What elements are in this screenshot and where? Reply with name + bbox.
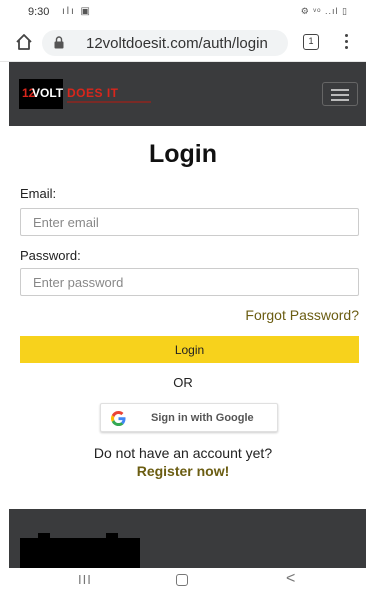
or-divider: OR [173,375,193,390]
browser-toolbar: 12voltdoesit.com/auth/login 1 [0,24,366,62]
home-button-icon[interactable] [176,574,188,586]
password-field[interactable] [20,268,359,296]
site-logo[interactable]: 12 VOLT DOES IT [19,79,159,109]
logo-text-volt: VOLT [32,86,64,100]
password-label: Password: [20,248,81,263]
status-bar: 9:30 ılı ▣ ⚙ ᵛᵒ ..ıl ▯ [0,0,366,24]
tab-switcher-button[interactable]: 1 [303,34,319,50]
signal-battery-icons: ⚙ ᵛᵒ ..ıl ▯ [300,6,348,16]
lock-icon [54,36,64,49]
site-header: 12 VOLT DOES IT [9,62,366,126]
no-account-text: Do not have an account yet? [93,445,273,461]
notification-icons: ılı ▣ [62,6,93,17]
hamburger-menu-icon[interactable] [322,82,358,106]
register-link[interactable]: Register now! [0,463,366,479]
page-title: Login [148,140,218,168]
google-signin-label: Sign in with Google [151,412,254,424]
google-icon [111,411,126,426]
home-icon[interactable] [14,32,34,52]
logo-text-does-it: DOES IT [67,86,119,100]
more-menu-icon[interactable] [342,32,350,54]
forgot-password-link[interactable]: Forgot Password? [245,307,359,323]
android-nav-bar: III < [0,568,366,592]
google-signin-button[interactable]: Sign in with Google [100,403,278,432]
logo-tagline [67,101,151,103]
recent-apps-icon[interactable]: III [78,572,92,587]
email-label: Email: [20,186,57,201]
footer-logo [20,533,140,568]
back-icon[interactable]: < [286,570,295,588]
status-time: 9:30 [28,6,50,18]
url-text: 12voltdoesit.com/auth/login [86,35,268,52]
login-button[interactable]: Login [20,336,359,363]
address-bar[interactable]: 12voltdoesit.com/auth/login [42,30,288,56]
email-field[interactable] [20,208,359,236]
site-footer [9,509,366,568]
